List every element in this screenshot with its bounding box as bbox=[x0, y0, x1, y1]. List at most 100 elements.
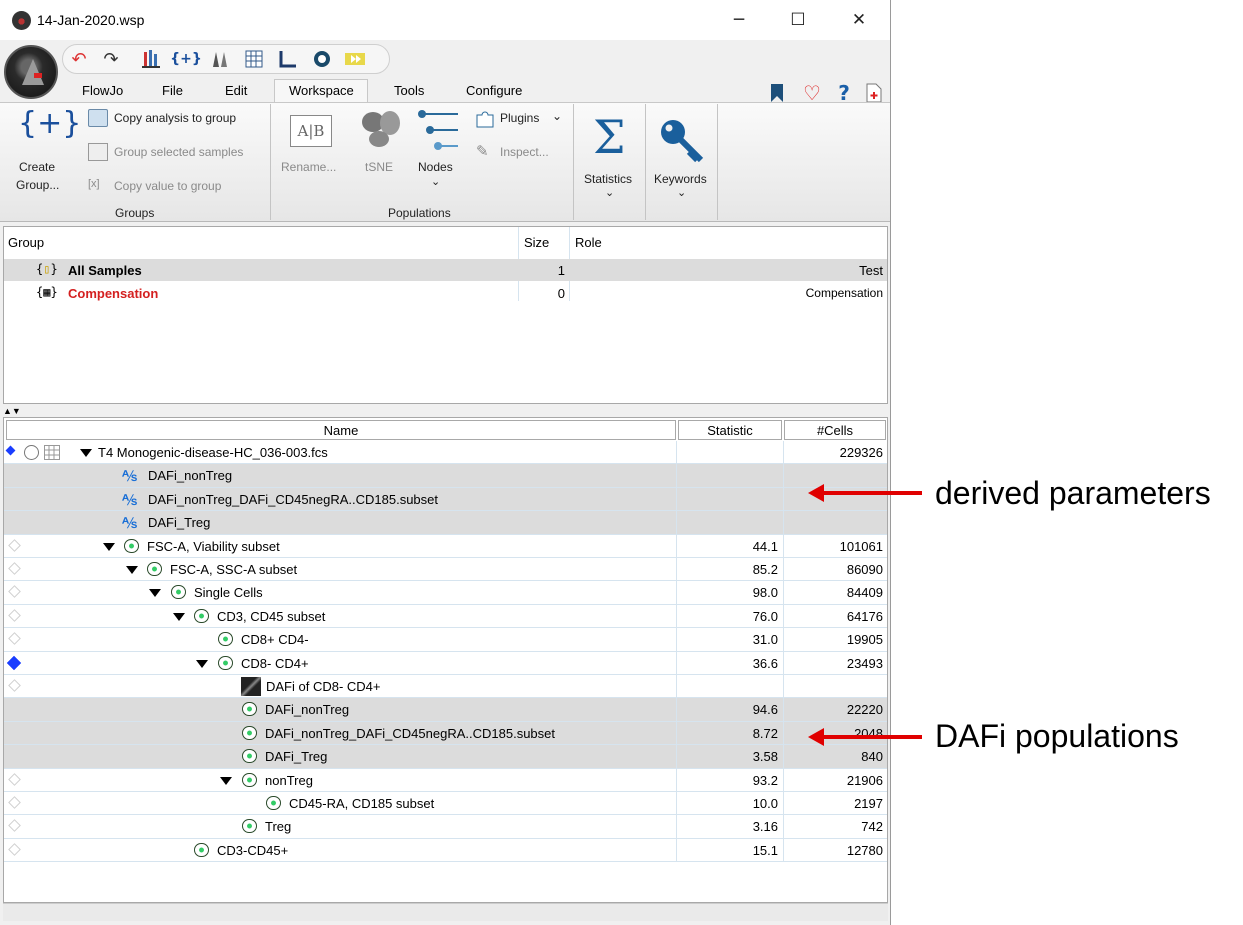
dafi-population-row[interactable]: DAFi_Treg 3.58 840 bbox=[4, 745, 887, 769]
population-row[interactable]: FSC-A, SSC-A subset 85.2 86090 bbox=[4, 558, 887, 582]
plugins-icon[interactable] bbox=[474, 108, 496, 133]
horizontal-scrollbar[interactable] bbox=[3, 903, 888, 921]
table-editor-icon[interactable] bbox=[242, 46, 266, 72]
diamond-icon[interactable] bbox=[8, 585, 21, 599]
layout-editor-icon[interactable] bbox=[276, 46, 300, 72]
statistic-column-header[interactable]: Statistic bbox=[678, 420, 782, 440]
menu-configure[interactable]: Configure bbox=[466, 83, 522, 98]
population-row[interactable]: CD8+ CD4- 31.0 19905 bbox=[4, 628, 887, 652]
expand-triangle-icon[interactable] bbox=[80, 449, 92, 457]
annotation-arrow-populations bbox=[822, 735, 922, 739]
undo-icon[interactable]: ↶ bbox=[68, 46, 90, 72]
create-group-icon[interactable]: {+} bbox=[18, 106, 81, 141]
diamond-icon[interactable] bbox=[8, 842, 21, 856]
diamond-icon[interactable] bbox=[8, 632, 21, 646]
inspect-button[interactable]: Inspect... bbox=[500, 145, 549, 159]
derived-parameter-row[interactable]: ⅍ DAFi_Treg bbox=[4, 511, 887, 535]
plugins-dropdown-icon[interactable]: ⌄ bbox=[552, 109, 562, 123]
expand-triangle-icon[interactable] bbox=[126, 566, 138, 574]
plugin-row[interactable]: DAFi of CD8- CD4+ bbox=[4, 675, 887, 699]
group-selected-button[interactable]: Group selected samples bbox=[114, 145, 243, 159]
population-row[interactable]: FSC-A, Viability subset 44.1 101061 bbox=[4, 534, 887, 558]
expand-triangle-icon[interactable] bbox=[196, 659, 208, 668]
population-row[interactable]: Treg 3.16 742 bbox=[4, 815, 887, 839]
radio-icon[interactable] bbox=[24, 445, 39, 460]
statistics-dropdown-icon[interactable]: ⌄ bbox=[605, 186, 614, 199]
tsne-icon[interactable] bbox=[360, 109, 402, 152]
plugins-button[interactable]: Plugins bbox=[500, 111, 539, 125]
redo-icon[interactable]: ↷ bbox=[100, 46, 122, 72]
statistics-sigma-icon[interactable]: Σ bbox=[593, 112, 626, 162]
population-name: nonTreg bbox=[265, 772, 313, 788]
rename-icon[interactable]: A|B bbox=[290, 115, 332, 147]
keywords-key-icon[interactable] bbox=[659, 118, 705, 167]
keywords-button[interactable]: Keywords bbox=[654, 172, 707, 186]
plugin-run-icon[interactable] bbox=[342, 46, 368, 72]
copy-value-button[interactable]: Copy value to group bbox=[114, 179, 221, 193]
expand-triangle-icon[interactable] bbox=[103, 542, 115, 551]
panel-splitter[interactable]: ▲▼ bbox=[3, 405, 888, 417]
diamond-icon[interactable] bbox=[8, 679, 21, 692]
group-column-header[interactable]: Group bbox=[8, 227, 44, 259]
flowjo-logo-icon[interactable] bbox=[4, 45, 58, 99]
cells-column-header[interactable]: #Cells bbox=[784, 420, 886, 440]
statistics-button[interactable]: Statistics bbox=[584, 172, 632, 186]
diamond-icon[interactable] bbox=[8, 796, 21, 809]
population-row[interactable]: CD3, CD45 subset 76.0 64176 bbox=[4, 604, 887, 629]
diamond-icon[interactable] bbox=[8, 562, 21, 575]
splitter-arrows-icon[interactable]: ▲▼ bbox=[3, 406, 21, 416]
population-row[interactable]: Single Cells 98.0 84409 bbox=[4, 581, 887, 605]
expand-triangle-icon[interactable] bbox=[173, 612, 185, 621]
role-column-header[interactable]: Role bbox=[575, 227, 602, 259]
nodes-dropdown-icon[interactable]: ⌄ bbox=[431, 175, 440, 188]
statistic-value: 15.1 bbox=[676, 838, 782, 862]
population-row[interactable]: CD8- CD4+ 36.6 23493 bbox=[4, 651, 887, 675]
keywords-dropdown-icon[interactable]: ⌄ bbox=[677, 186, 686, 199]
size-column-header[interactable]: Size bbox=[524, 227, 549, 259]
dafi-population-row[interactable]: DAFi_nonTreg_DAFi_CD45negRA..CD185.subse… bbox=[4, 721, 887, 746]
tsne-button[interactable]: tSNE bbox=[365, 160, 393, 174]
derived-parameter-row[interactable]: ⅍ DAFi_nonTreg bbox=[4, 464, 887, 488]
menu-tools[interactable]: Tools bbox=[394, 83, 424, 98]
diamond-icon[interactable] bbox=[8, 538, 21, 552]
gate-icon bbox=[242, 725, 257, 740]
copy-analysis-button[interactable]: Copy analysis to group bbox=[114, 111, 236, 125]
nodes-icon[interactable] bbox=[416, 108, 460, 157]
group-row-compensation[interactable]: {▦} Compensation 0 Compensation bbox=[4, 282, 887, 304]
nodes-button[interactable]: Nodes bbox=[418, 160, 453, 174]
derived-parameter-icon: ⅍ bbox=[122, 467, 137, 486]
expand-triangle-icon[interactable] bbox=[149, 589, 161, 598]
cytometer-icon[interactable] bbox=[310, 46, 334, 72]
menu-file[interactable]: File bbox=[162, 83, 183, 98]
minimize-button[interactable]: ─ bbox=[716, 6, 762, 34]
close-button[interactable]: ✕ bbox=[836, 6, 882, 34]
menu-workspace[interactable]: Workspace bbox=[289, 83, 354, 98]
population-row[interactable]: nonTreg 93.2 21906 bbox=[4, 768, 887, 792]
derived-parameter-row[interactable]: ⅍ DAFi_nonTreg_DAFi_CD45negRA..CD185.sub… bbox=[4, 487, 887, 512]
population-name: DAFi_Treg bbox=[265, 749, 328, 765]
group-size: 0 bbox=[557, 286, 565, 301]
dafi-population-row[interactable]: DAFi_nonTreg 94.6 22220 bbox=[4, 698, 887, 722]
maximize-button[interactable]: ☐ bbox=[775, 6, 821, 34]
diamond-icon[interactable] bbox=[8, 819, 21, 833]
layout-icon[interactable] bbox=[140, 46, 164, 72]
statistic-value bbox=[676, 441, 782, 464]
create-group-label-1[interactable]: Create bbox=[19, 160, 55, 174]
menu-flowjo[interactable]: FlowJo bbox=[82, 83, 123, 98]
name-column-header[interactable]: Name bbox=[6, 420, 676, 440]
expand-triangle-icon[interactable] bbox=[220, 776, 232, 785]
cells-value: 21906 bbox=[783, 768, 886, 791]
gate-icon bbox=[194, 842, 209, 857]
sample-row[interactable]: T4 Monogenic-disease-HC_036-003.fcs 2293… bbox=[4, 441, 887, 465]
selected-diamond-icon[interactable] bbox=[6, 655, 22, 670]
create-group-label-2[interactable]: Group... bbox=[16, 178, 59, 192]
group-row-all-samples[interactable]: {▯} All Samples 1 Test bbox=[4, 259, 887, 281]
rename-button[interactable]: Rename... bbox=[281, 160, 336, 174]
diamond-icon[interactable] bbox=[8, 772, 21, 786]
population-row[interactable]: CD3-CD45+ 15.1 12780 bbox=[4, 838, 887, 863]
population-row[interactable]: CD45-RA, CD185 subset 10.0 2197 bbox=[4, 792, 887, 816]
menu-edit[interactable]: Edit bbox=[225, 83, 247, 98]
diamond-icon[interactable] bbox=[8, 608, 21, 622]
compare-icon[interactable] bbox=[208, 46, 232, 72]
create-group-quick-icon[interactable]: {+} bbox=[170, 46, 202, 72]
